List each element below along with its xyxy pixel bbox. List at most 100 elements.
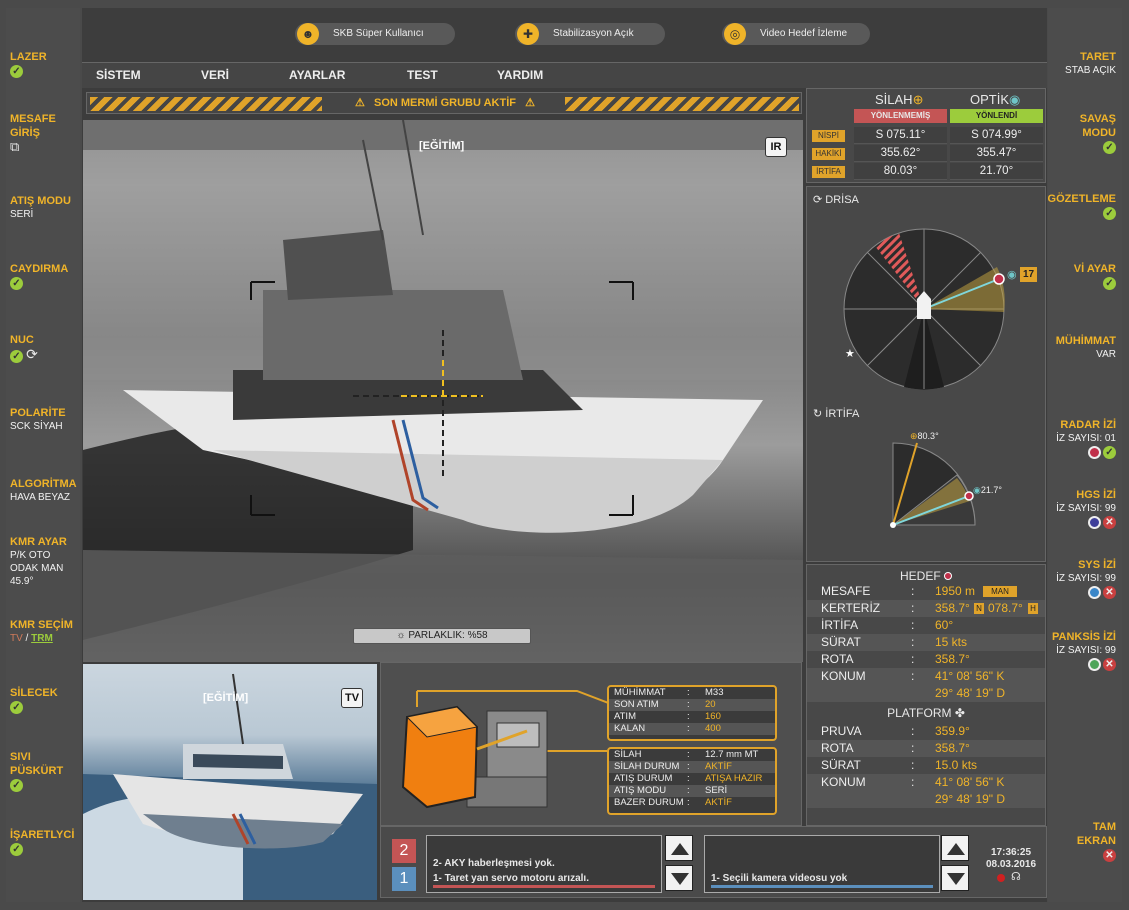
drisa-radar[interactable]: ★ (807, 207, 1047, 417)
algoritma-item[interactable]: ALGORİTMA HAVA BEYAZ (10, 477, 77, 504)
savas-modu-item[interactable]: SAVAŞ MODU ✓ (1080, 112, 1116, 154)
scroll-up-button[interactable] (665, 835, 693, 861)
gun-row: SİLAH DURUM: AKTİF (609, 761, 775, 773)
menu-veri[interactable]: VERİ (201, 68, 229, 82)
scroll-down-button[interactable] (941, 865, 969, 891)
weapon-status-panel: MÜHİMMAT: M33 SON ATIM: 20 ATIM: 160 KALAN:… (380, 662, 802, 826)
close-icon[interactable]: ✕ (1103, 515, 1116, 529)
isaretleyici-label: İŞARETLYCİ (10, 829, 75, 841)
caydirma-item[interactable]: CAYDIRMA ✓ (10, 262, 68, 290)
fault-message: 1- Taret yan servo motoru arızalı. (433, 873, 589, 884)
stabilization-button[interactable]: ✚ Stabilizasyon Açık (515, 23, 665, 45)
hgs-izi-item[interactable]: HGS İZİ İZ SAYISI: 99 ✕ (1056, 488, 1116, 529)
gun-key: SİLAH DURUM (614, 761, 680, 772)
user-button[interactable]: ☻ SKB Süper Kullanıcı (295, 23, 455, 45)
fault-message-list[interactable]: 2- AKY haberleşmesi yok. 1- Taret yan se… (426, 835, 662, 893)
radar-izi-label: RADAR İZİ (1060, 419, 1116, 431)
info-count-badge[interactable]: 1 (392, 867, 416, 891)
brightness-indicator[interactable]: ☼ PARLAKLIK: %58 (353, 628, 531, 644)
kmr-ayar-item[interactable]: KMR AYAR P/K OTO ODAK MAN 45.9° (10, 535, 67, 588)
close-icon[interactable]: ✕ (1103, 585, 1116, 599)
warning-icon: ⚠ (354, 97, 365, 109)
panksis-izi-item[interactable]: PANKSİS İZİ İZ SAYISI: 99 ✕ (1052, 630, 1116, 671)
camera-message-list[interactable]: 1- Seçili kamera videosu yok (704, 835, 940, 893)
kmr-tv-option[interactable]: TV (10, 633, 23, 644)
target-id-badge[interactable]: 17 (1020, 267, 1037, 282)
vi-ayar-label: Vİ AYAR (1073, 263, 1116, 275)
gun-type-value: 12.7 mm MT (705, 749, 759, 760)
colon: : (911, 652, 915, 666)
silah-title: SİLAH (875, 92, 913, 107)
radar-color-dot (1088, 445, 1101, 459)
silecek-item[interactable]: SİLECEK ✓ (10, 686, 58, 714)
video-tracking-button[interactable]: ◎ Video Hedef İzleme (722, 23, 870, 45)
ir-mode-badge[interactable]: IR (765, 137, 787, 157)
taret-item[interactable]: TARET STAB AÇIK (1065, 50, 1116, 77)
kerteriz-n-tag: N (974, 603, 984, 614)
headset-icon[interactable]: ☊ (1011, 870, 1021, 883)
menu-test[interactable]: TEST (407, 68, 438, 82)
kmr-trm-option[interactable]: TRM (31, 633, 53, 644)
caydirma-label: CAYDIRMA (10, 263, 69, 275)
scroll-down-button[interactable] (665, 865, 693, 891)
vi-ayar-item[interactable]: Vİ AYAR ✓ (1074, 262, 1116, 290)
tv-mode-badge[interactable]: TV (341, 688, 363, 708)
nuc-item[interactable]: NUC ✓ ⟳ (10, 333, 38, 363)
isaretleyici-item[interactable]: İŞARETLYCİ ✓ (10, 828, 74, 856)
surat-value: 15 kts (935, 635, 968, 649)
shots-value: 160 (705, 711, 721, 722)
nuc-label: NUC (10, 334, 34, 346)
sun-icon: ☼ (396, 630, 406, 641)
muhimmat-item[interactable]: MÜHİMMAT VAR (1056, 334, 1116, 361)
close-icon[interactable]: ✕ (1103, 657, 1116, 671)
colon: : (911, 635, 915, 649)
check-icon[interactable]: ✓ (1103, 445, 1116, 459)
scroll-up-button[interactable] (941, 835, 969, 861)
menu-yardim[interactable]: YARDIM (497, 68, 543, 82)
hedef-rota-row: ROTA: 358.7° (807, 651, 1045, 668)
gozetleme-item[interactable]: GÖZETLEME ✓ (1048, 192, 1116, 220)
kmr-po-value: P/K OTO (10, 550, 51, 561)
tv-video-feed[interactable]: [EĞİTİM] TV (83, 664, 377, 900)
row-tag: HAKİKİ (812, 148, 845, 160)
polarite-item[interactable]: POLARİTE SCK SİYAH (10, 406, 66, 433)
irtifa-radar[interactable] (807, 423, 1047, 563)
taret-value: STAB AÇIK (1065, 65, 1116, 76)
mesafe-item[interactable]: MESAFE GİRİŞ ⧉ (10, 112, 56, 155)
kmr-secim-item[interactable]: KMR SEÇİM TV / TRM (10, 618, 73, 645)
angle-row: İRTİFA 80.03° 21.70° (807, 163, 1047, 181)
field-key: ROTA (821, 741, 854, 755)
atis-modu-item[interactable]: ATIŞ MODU SERİ (10, 194, 71, 221)
colon: : (911, 669, 915, 683)
ammo-key: SON ATIM (614, 699, 659, 710)
sivi-puskurt-item[interactable]: SIVI PÜSKÜRT ✓ (10, 750, 63, 792)
radar-izi-item[interactable]: RADAR İZİ İZ SAYISI: 01 ✓ (1056, 418, 1116, 459)
field-key: KERTERİZ (821, 601, 881, 615)
polarite-value: SCK SİYAH (10, 421, 63, 432)
tam-ekran-item[interactable]: TAM EKRAN ✕ (1077, 820, 1116, 862)
warning-label: SON MERMİ GRUBU AKTİF (374, 97, 516, 109)
muhimmat-value: VAR (1096, 349, 1116, 360)
silah-state-badge: YÖNLENMEMİŞ (854, 109, 947, 123)
ir-video-feed[interactable]: [EĞİTİM] IR ☼ PARLAKLIK: %58 (83, 120, 803, 662)
lazer-item[interactable]: LAZER ✓ (10, 50, 47, 78)
colon: : (911, 724, 915, 738)
hedef-kerteriz-row: KERTERİZ: 358.7° N 078.7° H (807, 600, 1045, 617)
gun-info-box: SİLAH: 12.7 mm MT SİLAH DURUM: AKTİF ATIŞ … (607, 747, 777, 815)
surat-value: 15.0 kts (935, 758, 978, 772)
field-key: ROTA (821, 652, 854, 666)
warning-count-badge[interactable]: 2 (392, 839, 416, 863)
platform-konum-row-2: 29° 48' 19" D (807, 791, 1045, 808)
menu-ayarlar[interactable]: AYARLAR (289, 68, 345, 82)
menu-sistem[interactable]: SİSTEM (96, 68, 141, 82)
mesafe-value: 1950 m (935, 584, 976, 598)
fault-bar (433, 885, 655, 888)
refresh-icon[interactable]: ⟳ (26, 346, 38, 362)
puskurt-label: PÜSKÜRT (10, 765, 64, 777)
user-label: SKB Süper Kullanıcı (333, 28, 424, 39)
ammo-key: MÜHİMMAT (614, 687, 666, 698)
sys-izi-label: SYS İZİ (1078, 559, 1116, 571)
main-area: ☻ SKB Süper Kullanıcı ✚ Stabilizasyon Açık… (82, 8, 1047, 902)
man-button[interactable]: MAN (983, 586, 1017, 597)
sys-izi-item[interactable]: SYS İZİ İZ SAYISI: 99 ✕ (1056, 558, 1116, 599)
